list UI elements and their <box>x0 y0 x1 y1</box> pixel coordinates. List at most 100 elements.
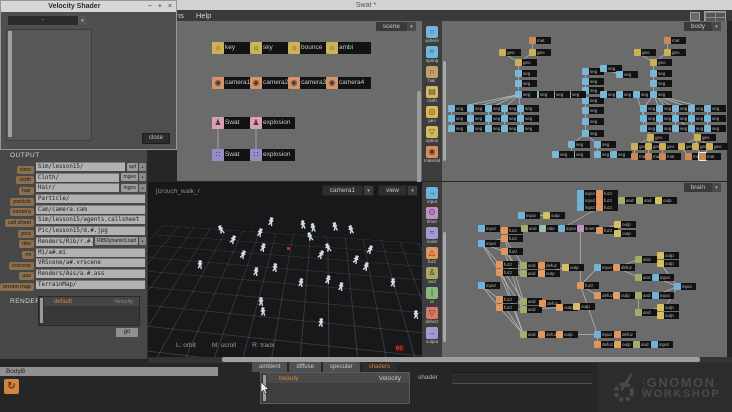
node-defuz[interactable]: defuz <box>594 341 616 348</box>
go-button[interactable]: go <box>116 328 138 337</box>
output-row-value[interactable]: TerrainMap/ <box>36 279 145 289</box>
crowd-agent[interactable] <box>216 224 225 235</box>
viewport-view-selector[interactable]: view ▼ <box>377 185 418 196</box>
output-row-value[interactable]: Cam/camera.cam <box>36 204 145 214</box>
node-seg[interactable]: seg <box>515 91 537 98</box>
crowd-agent[interactable] <box>347 224 355 234</box>
node-seg[interactable]: seg <box>616 71 638 78</box>
crowd-agent[interactable] <box>318 318 324 327</box>
crowd-agent[interactable] <box>309 223 317 233</box>
node-fuzz[interactable]: fuzz <box>501 248 523 255</box>
renders-scrollbar[interactable] <box>40 298 43 323</box>
node-geo[interactable]: geo <box>499 49 521 56</box>
tab-shaders[interactable]: shaders <box>361 362 397 372</box>
layout-single-button[interactable] <box>690 12 700 21</box>
output-row-value[interactable]: Hair/ <box>36 183 120 193</box>
output-row-stepper[interactable]: ▴ <box>139 162 146 171</box>
shader-field[interactable] <box>452 372 592 384</box>
node-fuzz[interactable]: fuzz <box>501 227 523 234</box>
output-row-stepper[interactable]: ▴ <box>139 183 146 192</box>
node-seg[interactable]: seg <box>515 70 537 77</box>
tab-ambient[interactable]: ambient <box>252 362 288 372</box>
crowd-agent[interactable] <box>258 297 264 306</box>
crowd-agent[interactable] <box>272 263 279 272</box>
node-input[interactable]: input <box>478 282 500 289</box>
node-input[interactable]: input <box>651 341 673 348</box>
output-row-stepper[interactable]: ▴ <box>139 237 146 246</box>
node-geo[interactable]: geo <box>634 49 656 56</box>
node-geo[interactable]: geo <box>694 134 716 141</box>
close-button[interactable]: close <box>142 133 170 144</box>
output-row-option[interactable]: mgeo <box>121 183 138 192</box>
body-selector-value[interactable]: body <box>683 22 712 31</box>
crowd-agent[interactable] <box>337 282 344 292</box>
viewport-3d[interactable]: [crouch_walk_r camera1 ▼ view ▼ L: orbit… <box>148 182 422 357</box>
node-seg[interactable]: seg <box>517 125 539 132</box>
crowd-agent[interactable] <box>299 220 306 230</box>
node-outp[interactable]: outp <box>657 304 679 311</box>
crowd-agent[interactable] <box>324 274 332 284</box>
node-input[interactable]: input <box>652 274 674 281</box>
node-seg[interactable]: seg <box>650 91 672 98</box>
crowd-agent[interactable] <box>197 260 203 269</box>
velocity-shader-titlebar[interactable]: Velocity Shader − + × <box>1 1 176 12</box>
chevron-down-icon[interactable]: ▼ <box>407 22 416 31</box>
node-fuzz[interactable]: fuzz <box>596 204 618 211</box>
crowd-agent[interactable] <box>260 307 267 316</box>
palette-fuzz[interactable]: △ fuzz <box>426 247 438 264</box>
shader-param-scrollbar[interactable] <box>8 31 12 137</box>
crowd-agent[interactable] <box>306 231 315 242</box>
output-row-value[interactable]: Pic/lesson15/d.#.jpg <box>36 226 145 236</box>
node-outp[interactable]: outp <box>657 312 679 319</box>
node-camera4[interactable]: ◉ camera4 <box>326 77 371 89</box>
crowd-agent[interactable] <box>331 221 339 231</box>
crowd-agent[interactable] <box>352 254 360 264</box>
node-fuzz[interactable]: fuzz <box>496 261 518 268</box>
node-mat[interactable]: mat <box>664 37 686 44</box>
node-seg[interactable]: seg <box>650 70 672 77</box>
node-seg[interactable]: seg <box>582 78 604 85</box>
node-fuzz[interactable]: fuzz <box>577 282 599 289</box>
renders-list[interactable]: default Velocity <box>38 296 140 326</box>
camera-selector-value[interactable]: camera1 <box>321 185 363 196</box>
node-seg[interactable]: seg <box>517 105 539 112</box>
output-row-stepper[interactable]: ▴ <box>139 173 146 182</box>
chevron-down-icon[interactable]: ▼ <box>407 185 418 196</box>
palette-material[interactable]: ◉ material <box>424 146 440 163</box>
node-seg[interactable]: seg <box>582 97 604 104</box>
node-outp[interactable]: outp <box>562 264 584 271</box>
body-panel-selector[interactable]: body ▼ <box>683 22 721 31</box>
menu-help[interactable]: Help <box>196 11 211 20</box>
node-input[interactable]: input <box>594 331 616 338</box>
node-geo[interactable]: geo <box>529 49 551 56</box>
node-outp[interactable]: outp <box>657 260 679 267</box>
node-seg[interactable]: seg <box>515 80 537 87</box>
chevron-down-icon[interactable]: ▼ <box>78 16 87 25</box>
viewport-camera-selector[interactable]: camera1 ▼ <box>321 185 374 196</box>
palette-hair[interactable]: ∩ hair <box>426 66 438 83</box>
crowd-agent[interactable] <box>239 249 248 259</box>
node-outp[interactable]: outp <box>538 270 560 277</box>
node-seg[interactable]: seg <box>582 118 604 125</box>
node-fuzz[interactable]: fuzz <box>596 190 618 197</box>
chevron-down-icon[interactable]: ▼ <box>712 183 721 192</box>
node-and[interactable]: and <box>635 309 657 316</box>
palette-geo[interactable]: ◎ geo <box>426 106 438 123</box>
brain-selector-value[interactable]: brain <box>683 183 712 192</box>
node-fuzz[interactable]: fuzz <box>501 235 523 242</box>
node-input[interactable]: input <box>652 292 674 299</box>
crowd-agent[interactable] <box>413 310 419 319</box>
node-ambi[interactable]: ☼ ambi <box>326 42 371 54</box>
output-row-value[interactable]: Sim/lesson15/ <box>36 162 126 171</box>
node-seg[interactable]: seg <box>704 115 726 122</box>
node-outp[interactable]: outp <box>543 212 565 219</box>
palette-and[interactable]: & and <box>426 267 438 284</box>
output-row-label[interactable]: terrain map <box>0 275 34 293</box>
shader-list-item[interactable]: beauty Velocity <box>267 373 409 383</box>
crowd-agent[interactable] <box>323 242 332 253</box>
brain-palette-scrollbar[interactable] <box>443 232 446 342</box>
output-row-value[interactable]: VRScene/a#.vrscene <box>36 258 145 268</box>
node-defuz[interactable]: defuz <box>614 331 636 338</box>
node-seg[interactable]: seg <box>704 105 726 112</box>
output-row-option[interactable]: RIBDynamicLoad <box>95 237 138 246</box>
